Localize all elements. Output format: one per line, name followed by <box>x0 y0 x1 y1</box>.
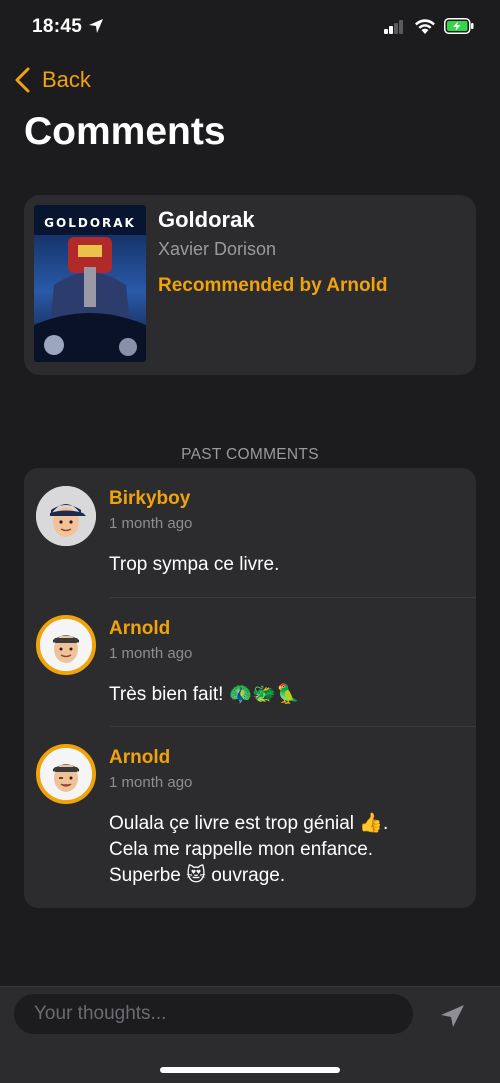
comment-text: Trop sympa ce livre. <box>109 554 280 575</box>
recommended-by-label: Recommended by Arnold <box>158 275 388 296</box>
comment-text: Oulala çe livre est trop génial 👍. Cela … <box>109 813 389 886</box>
comment-timestamp: 1 month ago <box>109 645 193 662</box>
send-icon[interactable] <box>436 1002 468 1030</box>
comments-list: Birkyboy 1 month ago Trop sympa ce livre… <box>24 468 476 908</box>
book-cover-image: GOLDORAK <box>34 205 146 362</box>
comment-item: Arnold 1 month ago Oulala çe livre est t… <box>24 727 476 908</box>
memoji-avatar-icon <box>40 748 92 800</box>
chevron-left-icon <box>15 67 30 93</box>
avatar[interactable] <box>36 615 96 675</box>
comment-author[interactable]: Birkyboy <box>109 488 190 510</box>
book-author: Xavier Dorison <box>158 239 277 259</box>
past-comments-header: PAST COMMENTS <box>181 446 319 463</box>
comment-item: Birkyboy 1 month ago Trop sympa ce livre… <box>24 468 476 597</box>
status-bar: 18:45 <box>0 0 500 56</box>
book-card[interactable]: GOLDORAK Goldorak Xavier Dorison Recomme… <box>24 195 476 375</box>
back-button[interactable]: Back <box>14 64 91 96</box>
page-title: Comments <box>24 110 226 153</box>
home-indicator <box>160 1067 340 1073</box>
comment-timestamp: 1 month ago <box>109 774 193 791</box>
comment-text: Très bien fait! 🦚🐲🦜 <box>109 684 300 705</box>
memoji-avatar-icon <box>36 486 96 546</box>
comment-author[interactable]: Arnold <box>109 618 170 640</box>
book-title: Goldorak <box>158 207 255 232</box>
back-label: Back <box>42 67 91 92</box>
avatar[interactable] <box>36 744 96 804</box>
status-time: 18:45 <box>32 16 83 37</box>
comment-author[interactable]: Arnold <box>109 747 170 769</box>
comment-timestamp: 1 month ago <box>109 515 193 532</box>
comment-item: Arnold 1 month ago Très bien fait! 🦚🐲🦜 <box>24 598 476 726</box>
avatar[interactable] <box>36 486 96 546</box>
cellular-signal-icon <box>384 20 404 34</box>
location-arrow-icon <box>89 19 103 33</box>
svg-text:GOLDORAK: GOLDORAK <box>44 216 136 230</box>
comment-composer <box>0 986 500 1083</box>
wifi-icon <box>415 19 435 34</box>
battery-charging-icon <box>444 18 474 34</box>
comment-input[interactable] <box>14 994 413 1034</box>
memoji-avatar-icon <box>40 619 92 671</box>
